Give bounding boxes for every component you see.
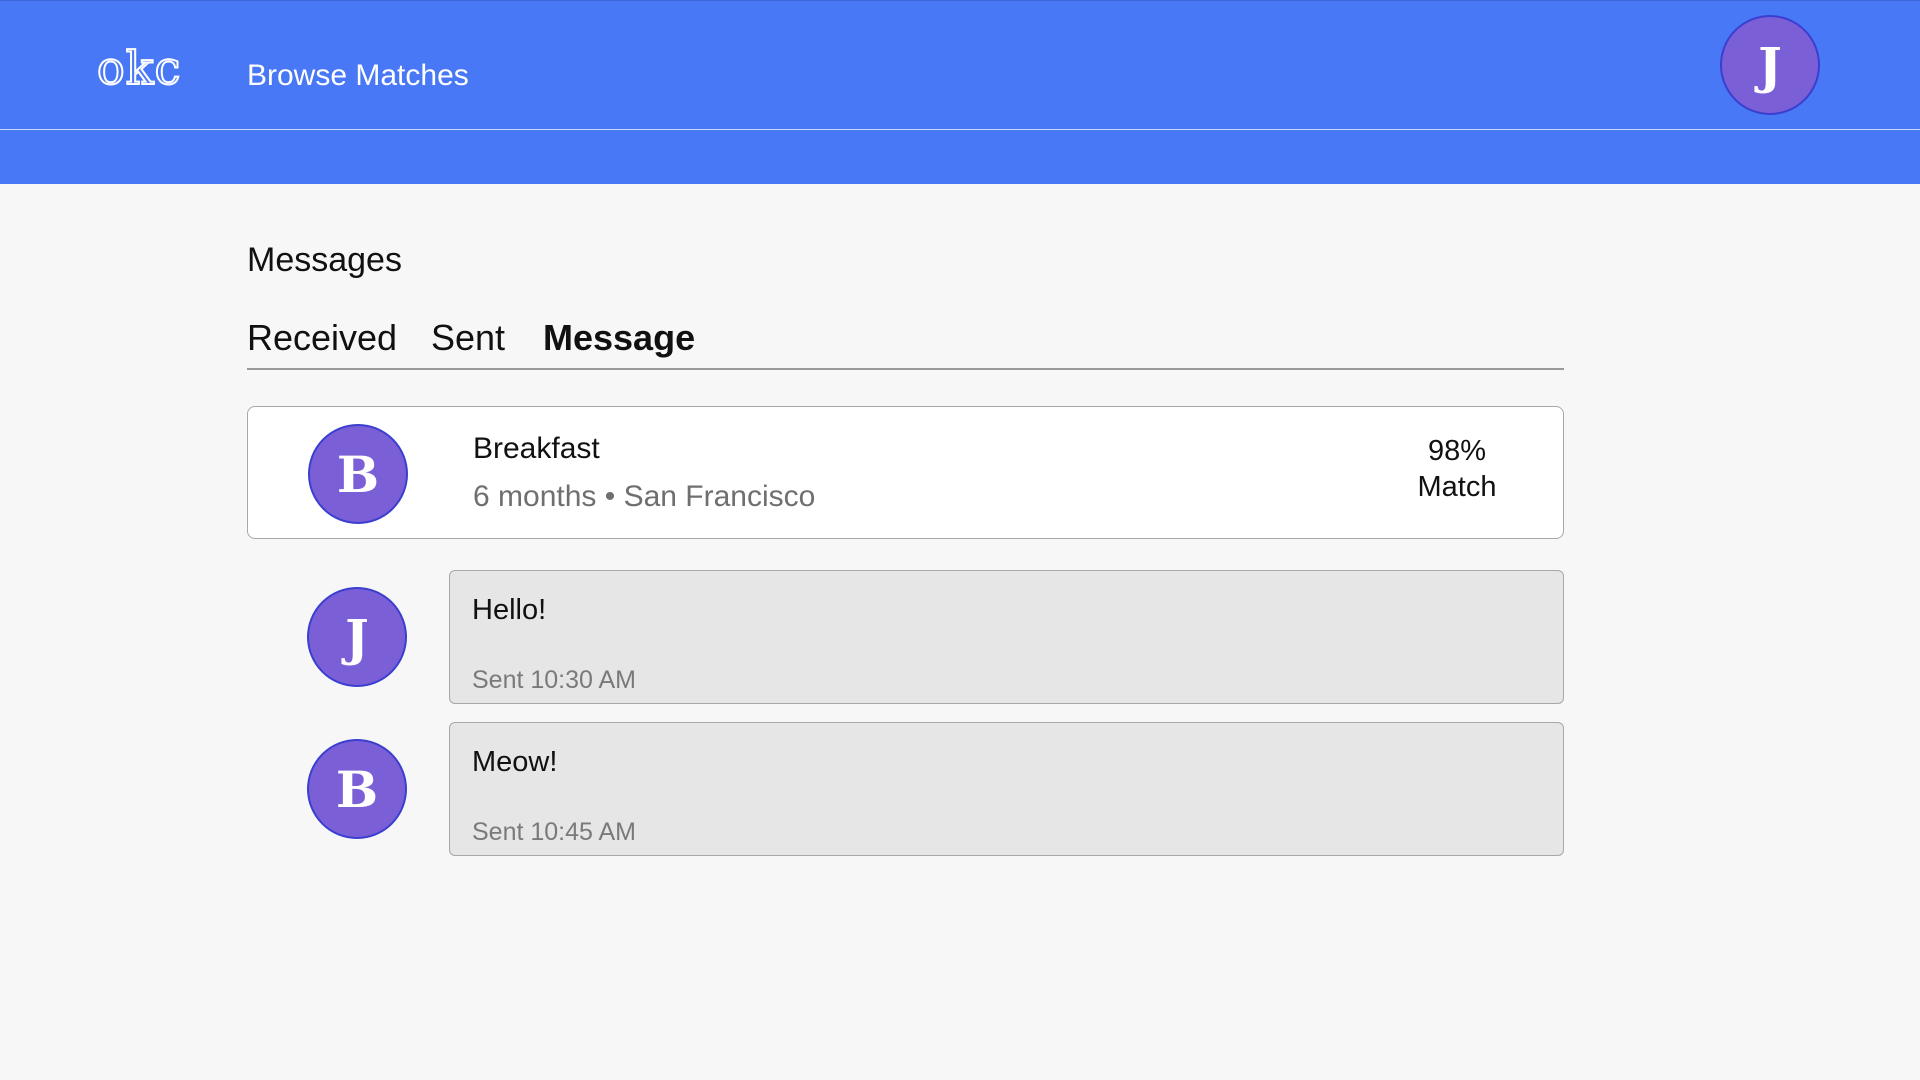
match-meta: 6 months • San Francisco (473, 480, 816, 513)
browse-matches-link[interactable]: Browse Matches (247, 61, 469, 91)
message-tabs: Received Sent Message (247, 316, 1564, 370)
message-timestamp: Sent 10:45 AM (472, 818, 637, 846)
message-text: Meow! (472, 746, 558, 778)
okc-logo[interactable]: okc (96, 44, 181, 92)
message-sender-initial: J (345, 607, 369, 667)
message-row: J Hello! Sent 10:30 AM (247, 570, 1564, 704)
message-text: Hello! (472, 594, 547, 626)
match-card[interactable]: B Breakfast 6 months • San Francisco 98%… (247, 406, 1564, 539)
match-percent-label: Match (1417, 471, 1497, 503)
top-header: okc Browse Matches J (0, 0, 1920, 184)
message-bubble: Hello! Sent 10:30 AM (449, 570, 1564, 704)
match-avatar-initial: B (336, 444, 380, 504)
tab-message[interactable]: Message (543, 320, 695, 356)
message-sender-avatar[interactable]: B (307, 739, 407, 839)
match-percent-value: 98% (1427, 435, 1487, 467)
match-name: Breakfast (473, 432, 600, 465)
tab-received[interactable]: Received (247, 320, 397, 356)
user-avatar[interactable]: J (1720, 15, 1820, 115)
tab-sent[interactable]: Sent (431, 320, 505, 356)
message-sender-initial: B (335, 759, 379, 819)
message-timestamp: Sent 10:30 AM (472, 666, 637, 694)
header-bar: okc Browse Matches J (0, 0, 1920, 130)
message-row: B Meow! Sent 10:45 AM (247, 722, 1564, 856)
message-sender-avatar[interactable]: J (307, 587, 407, 687)
match-avatar[interactable]: B (308, 424, 408, 524)
message-bubble: Meow! Sent 10:45 AM (449, 722, 1564, 856)
page-title: Messages (247, 241, 402, 279)
match-percentage: 98% Match (1397, 433, 1517, 505)
user-avatar-initial: J (1758, 35, 1782, 95)
